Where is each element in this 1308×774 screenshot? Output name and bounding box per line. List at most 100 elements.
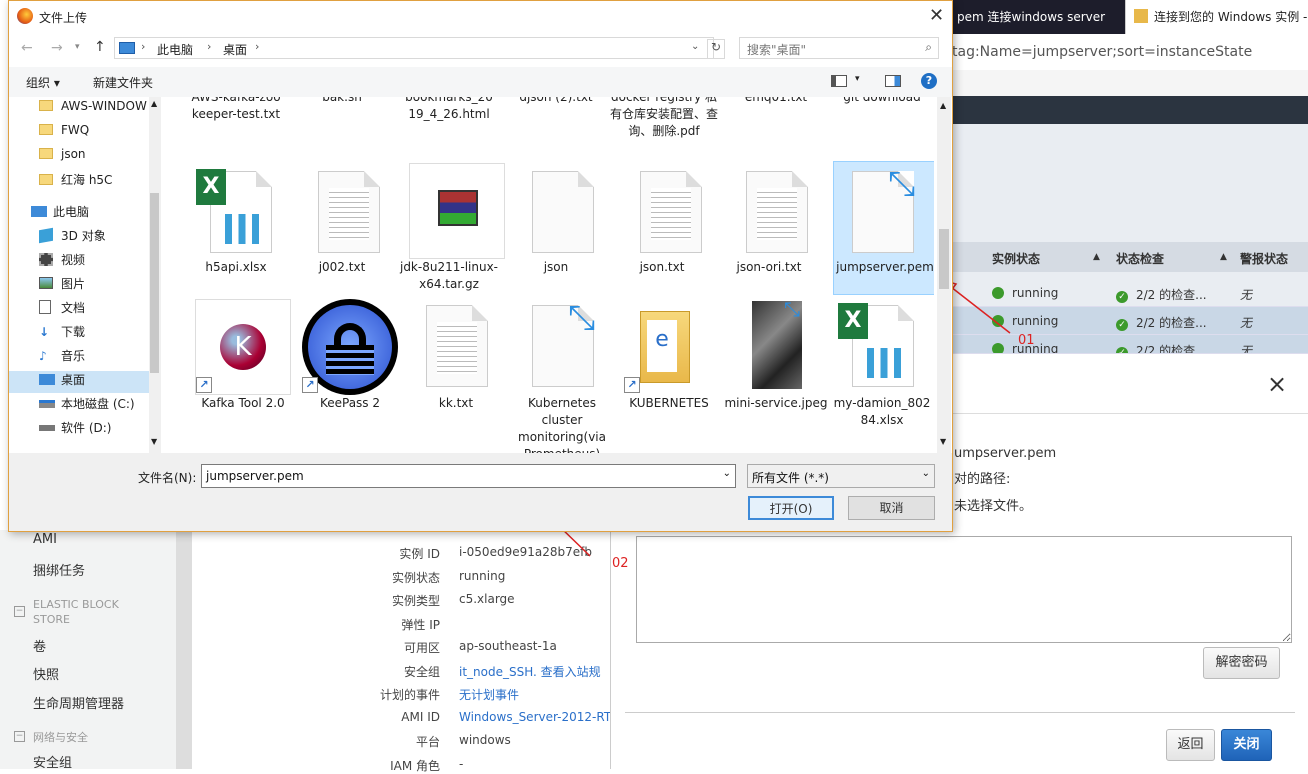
shortcut-arrow-icon: ↗: [196, 377, 212, 393]
chevron-down-icon[interactable]: ▾: [75, 42, 80, 52]
tree-item-desktop[interactable]: 桌面: [61, 373, 85, 387]
file-label[interactable]: kk.txt: [404, 395, 508, 412]
file-label[interactable]: KUBERNETES: [617, 395, 721, 412]
open-button[interactable]: 打开(O): [748, 496, 834, 520]
grid-scrollbar[interactable]: ▲ ▼: [937, 97, 951, 453]
address-bar[interactable]: › 此电脑 › 桌面 › ⌄: [114, 37, 714, 59]
file-label-selected[interactable]: jumpserver.pem: [833, 259, 934, 276]
dialog-title: 文件上传: [39, 11, 88, 25]
chevron-down-icon[interactable]: ⌄: [691, 41, 699, 52]
file-label[interactable]: json.txt: [610, 259, 714, 276]
file-icon: [532, 171, 594, 253]
breadcrumb-this-pc[interactable]: 此电脑: [157, 41, 193, 58]
help-icon[interactable]: ?: [921, 73, 937, 89]
drive-icon: [39, 400, 55, 408]
tree-item-aws-window[interactable]: AWS-WINDOW: [61, 99, 147, 113]
download-icon: ↓: [39, 325, 50, 339]
refresh-icon[interactable]: ↻: [707, 39, 725, 59]
file-label[interactable]: Kafka Tool 2.0: [191, 395, 295, 412]
file-item[interactable]: emq01.txt: [724, 97, 828, 106]
filetype-value: 所有文件 (*.*): [752, 471, 829, 485]
file-label[interactable]: mini-service.jpeg: [724, 395, 828, 412]
pictures-icon: [39, 277, 53, 289]
file-label[interactable]: h5api.xlsx: [184, 259, 288, 276]
forward-icon[interactable]: →: [51, 40, 63, 56]
winrar-icon: [438, 190, 478, 226]
annotation-label-02: 02: [612, 556, 629, 571]
scroll-up-icon[interactable]: ▲: [151, 99, 157, 108]
desktop-icon: [39, 374, 55, 385]
file-label[interactable]: json-ori.txt: [717, 259, 821, 276]
file-item[interactable]: AWS-kafka-zoo keeper-test.txt: [184, 97, 288, 123]
navigation-tree: AWS-WINDOW FWQ json 红海 h5C 此电脑 3D 对象 视频 …: [9, 97, 161, 453]
file-item[interactable]: docker registry 私有仓库安装配置、查询、删除.pdf: [610, 97, 718, 140]
filename-input[interactable]: jumpserver.pem ⌄: [201, 464, 736, 488]
text-file-icon: [640, 171, 702, 253]
file-label[interactable]: json: [504, 259, 608, 276]
file-item[interactable]: bak.sh: [290, 97, 394, 106]
tree-item-this-pc[interactable]: 此电脑: [53, 205, 89, 219]
tree-item-documents[interactable]: 文档: [61, 301, 85, 315]
file-label: bak.sh: [322, 97, 362, 104]
tree-scrollbar[interactable]: ▲ ▼: [149, 97, 161, 453]
shortcut-arrow-icon: ↗: [624, 377, 640, 393]
3d-objects-icon: [39, 227, 53, 244]
folder-icon: [39, 174, 53, 185]
file-item[interactable]: bookmarks_20 19_4_26.html: [397, 97, 501, 123]
dialog-titlebar: 文件上传 ✕: [9, 1, 952, 33]
view-icon[interactable]: [831, 75, 847, 87]
file-label[interactable]: Kubernetes cluster monitoring(via Promet…: [510, 395, 614, 453]
excel-logo-icon: X: [838, 303, 868, 339]
search-placeholder: 搜索"桌面": [747, 43, 807, 57]
file-upload-dialog: 文件上传 ✕ ← → ▾ ↑ › 此电脑 › 桌面 › ⌄ ↻ 搜索"桌面" ⌕…: [8, 0, 953, 532]
drive-icon: [39, 425, 55, 431]
tree-item-drive-c[interactable]: 本地磁盘 (C:): [61, 397, 135, 411]
scroll-thumb[interactable]: [150, 193, 159, 373]
chevron-down-icon[interactable]: ⌄: [922, 468, 930, 479]
scroll-up-icon[interactable]: ▲: [940, 101, 946, 110]
tree-item-json[interactable]: json: [61, 147, 86, 161]
close-icon[interactable]: ✕: [929, 5, 944, 26]
tree-item-music[interactable]: 音乐: [61, 349, 85, 363]
file-item[interactable]: git download: [830, 97, 934, 106]
scroll-down-icon[interactable]: ▼: [151, 437, 157, 446]
file-label[interactable]: jdk-8u211-linux-x64.tar.gz: [397, 259, 501, 293]
up-icon[interactable]: ↑: [94, 39, 106, 55]
firefox-icon: [17, 8, 33, 24]
tree-item-videos[interactable]: 视频: [61, 253, 85, 267]
chevron-down-icon[interactable]: ⌄: [723, 468, 731, 479]
filetype-select[interactable]: 所有文件 (*.*) ⌄: [747, 464, 935, 488]
file-label[interactable]: KeePass 2: [298, 395, 402, 412]
documents-icon: [39, 300, 51, 314]
file-label: docker registry 私有仓库安装配置、查询、删除.pdf: [610, 97, 719, 138]
file-label[interactable]: j002.txt: [290, 259, 394, 276]
annotation-label-01: 01: [1018, 333, 1035, 348]
filename-label: 文件名(N):: [138, 471, 197, 485]
tree-item-pictures[interactable]: 图片: [61, 277, 85, 291]
scroll-thumb[interactable]: [939, 229, 949, 289]
scroll-down-icon[interactable]: ▼: [940, 437, 946, 446]
search-icon: ⌕: [925, 40, 932, 54]
chevron-right-icon: ›: [255, 40, 260, 53]
filename-value: jumpserver.pem: [206, 469, 304, 483]
back-icon[interactable]: ←: [21, 40, 33, 56]
cancel-button[interactable]: 取消: [848, 496, 935, 520]
tree-item-drive-d[interactable]: 软件 (D:): [61, 421, 111, 435]
breadcrumb-desktop[interactable]: 桌面: [223, 41, 247, 58]
file-item[interactable]: djson (2).txt: [504, 97, 608, 106]
chevron-down-icon[interactable]: ▾: [855, 74, 860, 84]
tree-item-fwq[interactable]: FWQ: [61, 123, 89, 137]
folder-icon: [39, 124, 53, 135]
file-label[interactable]: my-damion_80284.xlsx: [830, 395, 934, 429]
file-label: keeper-test.txt: [191, 107, 281, 121]
tree-item-downloads[interactable]: 下载: [61, 325, 85, 339]
dialog-footer: 文件名(N): jumpserver.pem ⌄ 所有文件 (*.*) ⌄ 打开(O…: [9, 453, 952, 531]
tree-item-h5c[interactable]: 红海 h5C: [61, 173, 112, 187]
new-folder-button[interactable]: 新建文件夹: [93, 74, 153, 91]
text-file-icon: [426, 305, 488, 387]
organize-button[interactable]: 组织 ▾: [26, 74, 60, 91]
preview-pane-icon[interactable]: [885, 75, 901, 87]
search-input[interactable]: 搜索"桌面" ⌕: [739, 37, 939, 59]
tree-item-3d[interactable]: 3D 对象: [61, 229, 106, 243]
shortcut-arrows-icon: ⤡: [888, 164, 916, 204]
